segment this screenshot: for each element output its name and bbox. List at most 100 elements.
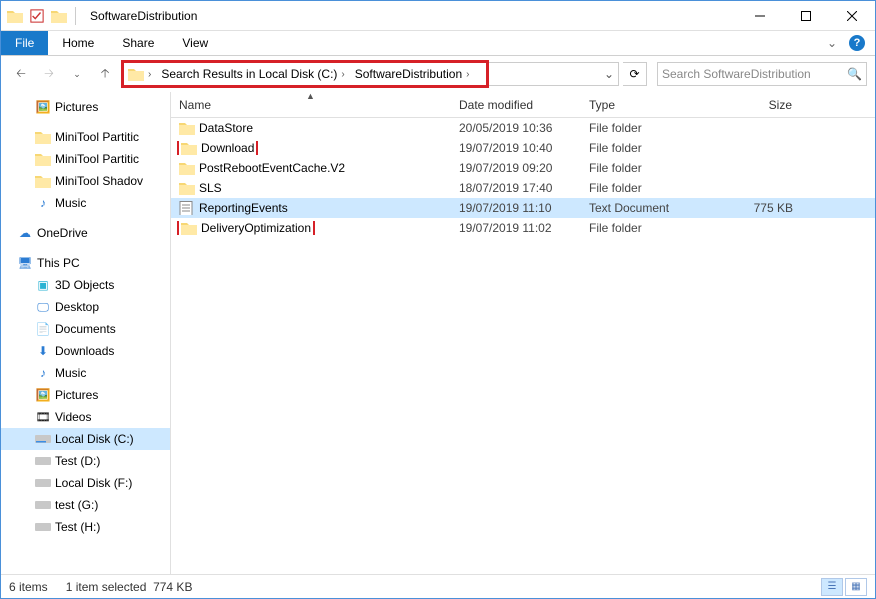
column-date[interactable]: Date modified bbox=[451, 92, 581, 117]
file-name: Download bbox=[201, 141, 254, 155]
folder-icon bbox=[181, 221, 197, 235]
up-button[interactable]: 🡡 bbox=[93, 62, 117, 86]
status-bar: 6 items 1 item selected 774 KB ☰ ▦ bbox=[1, 574, 875, 598]
tab-file[interactable]: File bbox=[1, 31, 48, 55]
file-row[interactable]: PostRebootEventCache.V219/07/2019 09:20F… bbox=[171, 158, 875, 178]
drive-icon bbox=[35, 475, 51, 491]
tree-pictures[interactable]: 🖼️Pictures bbox=[1, 96, 170, 118]
column-headers: ▲Name Date modified Type Size bbox=[171, 92, 875, 118]
column-type[interactable]: Type bbox=[581, 92, 701, 117]
chevron-right-icon[interactable]: › bbox=[339, 69, 346, 80]
file-type: File folder bbox=[581, 221, 701, 235]
forward-button[interactable]: 🡢 bbox=[37, 62, 61, 86]
folder-icon bbox=[35, 129, 51, 145]
ribbon-expand-icon[interactable]: ⌄ bbox=[827, 36, 837, 50]
tree-minitool3[interactable]: MiniTool Shadov bbox=[1, 170, 170, 192]
search-input[interactable]: Search SoftwareDistribution 🔍 bbox=[657, 62, 867, 86]
textfile-icon bbox=[179, 201, 195, 215]
file-type: File folder bbox=[581, 141, 701, 155]
tree-local-f[interactable]: Local Disk (F:) bbox=[1, 472, 170, 494]
close-button[interactable] bbox=[829, 1, 875, 31]
drive-icon bbox=[35, 519, 51, 535]
downloads-icon: ⬇ bbox=[35, 343, 51, 359]
tree-test-d[interactable]: Test (D:) bbox=[1, 450, 170, 472]
documents-icon: 📄 bbox=[35, 321, 51, 337]
nav-bar: 🡠 🡢 ⌄ 🡡 › Search Results in Local Disk (… bbox=[1, 56, 875, 92]
file-name: DataStore bbox=[199, 121, 253, 135]
3dobjects-icon: ▣ bbox=[35, 277, 51, 293]
status-item-count: 6 items bbox=[9, 580, 48, 594]
tab-home[interactable]: Home bbox=[48, 31, 108, 55]
maximize-button[interactable] bbox=[783, 1, 829, 31]
tab-share[interactable]: Share bbox=[108, 31, 168, 55]
tree-3dobjects[interactable]: ▣3D Objects bbox=[1, 274, 170, 296]
title-bar: SoftwareDistribution bbox=[1, 1, 875, 31]
search-icon[interactable]: 🔍 bbox=[847, 67, 862, 81]
file-row[interactable]: DeliveryOptimization19/07/2019 11:02File… bbox=[171, 218, 875, 238]
tree-minitool2[interactable]: MiniTool Partitic bbox=[1, 148, 170, 170]
tree-test-g[interactable]: test (G:) bbox=[1, 494, 170, 516]
file-row[interactable]: SLS 18/07/2019 17:40File folder bbox=[171, 178, 875, 198]
file-type: File folder bbox=[581, 181, 701, 195]
qat-newfolder-icon[interactable] bbox=[51, 9, 67, 23]
tree-music[interactable]: ♪Music bbox=[1, 192, 170, 214]
tree-documents[interactable]: 📄Documents bbox=[1, 318, 170, 340]
breadcrumb-seg1[interactable]: Search Results in Local Disk (C:) bbox=[161, 67, 337, 81]
app-folder-icon bbox=[7, 9, 23, 23]
tree-minitool1[interactable]: MiniTool Partitic bbox=[1, 126, 170, 148]
folder-icon bbox=[35, 151, 51, 167]
file-row[interactable]: Download 19/07/2019 10:40File folder bbox=[171, 138, 875, 158]
file-date: 19/07/2019 10:40 bbox=[451, 141, 581, 155]
file-name: DeliveryOptimization bbox=[201, 221, 311, 235]
breadcrumb-seg2[interactable]: SoftwareDistribution bbox=[355, 67, 462, 81]
tree-pictures2[interactable]: 🖼️Pictures bbox=[1, 384, 170, 406]
view-thumbnails-button[interactable]: ▦ bbox=[845, 578, 867, 596]
folder-icon bbox=[179, 121, 195, 135]
drive-icon bbox=[35, 497, 51, 513]
pictures-icon: 🖼️ bbox=[35, 99, 51, 115]
refresh-button[interactable]: ⟳ bbox=[623, 62, 647, 86]
address-dropdown-icon[interactable]: ⌄ bbox=[600, 67, 618, 81]
column-name[interactable]: ▲Name bbox=[171, 92, 451, 117]
search-placeholder: Search SoftwareDistribution bbox=[662, 67, 811, 81]
tree-localdisk-c[interactable]: Local Disk (C:) bbox=[1, 428, 170, 450]
file-name: SLS bbox=[199, 181, 222, 195]
column-size[interactable]: Size bbox=[701, 92, 801, 117]
sort-asc-icon: ▲ bbox=[306, 91, 315, 101]
qat-separator bbox=[75, 7, 76, 25]
address-bar[interactable]: › Search Results in Local Disk (C:)› Sof… bbox=[121, 62, 619, 86]
qat-properties-icon[interactable] bbox=[29, 8, 45, 24]
music-icon: ♪ bbox=[35, 365, 51, 381]
file-name: ReportingEvents bbox=[199, 201, 288, 215]
file-date: 18/07/2019 17:40 bbox=[451, 181, 581, 195]
file-type: File folder bbox=[581, 121, 701, 135]
chevron-right-icon[interactable]: › bbox=[464, 69, 471, 80]
tree-onedrive[interactable]: ☁OneDrive bbox=[1, 222, 170, 244]
tree-videos[interactable]: 🎞Videos bbox=[1, 406, 170, 428]
view-details-button[interactable]: ☰ bbox=[821, 578, 843, 596]
tree-thispc[interactable]: 🖥This PC bbox=[1, 252, 170, 274]
minimize-button[interactable] bbox=[737, 1, 783, 31]
thispc-icon: 🖥 bbox=[17, 255, 33, 271]
tree-music2[interactable]: ♪Music bbox=[1, 362, 170, 384]
tab-view[interactable]: View bbox=[168, 31, 222, 55]
file-row[interactable]: DataStore20/05/2019 10:36File folder bbox=[171, 118, 875, 138]
videos-icon: 🎞 bbox=[35, 409, 51, 425]
onedrive-icon: ☁ bbox=[17, 225, 33, 241]
back-button[interactable]: 🡠 bbox=[9, 62, 33, 86]
chevron-right-icon[interactable]: › bbox=[146, 69, 153, 80]
navigation-pane[interactable]: 🖼️Pictures MiniTool Partitic MiniTool Pa… bbox=[1, 92, 171, 574]
folder-icon bbox=[179, 161, 195, 175]
pictures-icon: 🖼️ bbox=[35, 387, 51, 403]
tree-downloads[interactable]: ⬇Downloads bbox=[1, 340, 170, 362]
folder-icon bbox=[35, 173, 51, 189]
tree-test-h[interactable]: Test (H:) bbox=[1, 516, 170, 538]
file-size: 775 KB bbox=[701, 201, 801, 215]
file-list: ▲Name Date modified Type Size DataStore2… bbox=[171, 92, 875, 574]
file-row[interactable]: ReportingEvents19/07/2019 11:10Text Docu… bbox=[171, 198, 875, 218]
folder-icon bbox=[179, 181, 195, 195]
tree-desktop[interactable]: 🖵Desktop bbox=[1, 296, 170, 318]
recent-dropdown-icon[interactable]: ⌄ bbox=[65, 62, 89, 86]
folder-icon bbox=[181, 141, 197, 155]
help-icon[interactable]: ? bbox=[849, 35, 865, 51]
